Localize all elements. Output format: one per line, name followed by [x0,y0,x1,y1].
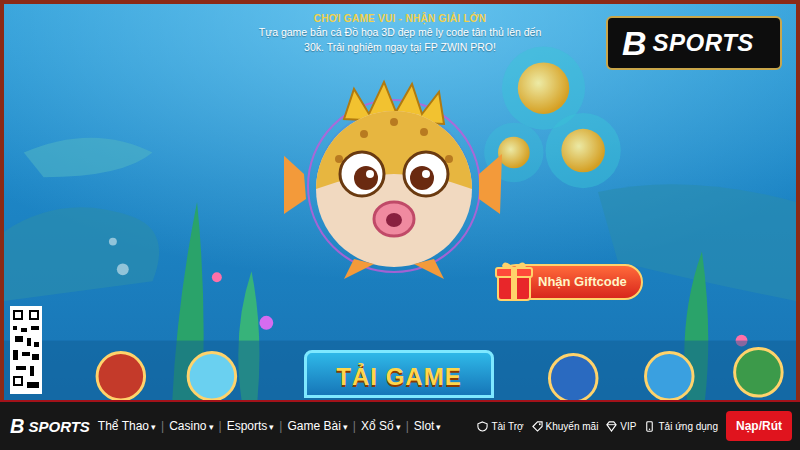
banner-heading: CHƠI GAME VUI - NHẬN GIẢI LỚN [250,12,550,25]
nav-link-sponsor[interactable]: Tài Trợ [477,419,523,434]
menu-label: Casino [169,419,206,433]
menu-label: Esports [227,419,268,433]
gift-icon [494,258,534,302]
logo-text: SPORTS [28,419,89,434]
caret-icon: ▾ [209,422,214,432]
brand-logo[interactable]: BSPORTS [606,16,782,70]
puffer-fish-icon [284,74,504,284]
menu-item[interactable]: Slot▾ [414,417,442,435]
caret-icon: ▾ [396,422,401,432]
logo-mark: B [10,416,24,436]
menu-item[interactable]: Casino▾ [169,417,213,435]
nav-link-label: Tải ứng dụng [658,419,718,434]
qr-code-icon [10,306,42,394]
nav-link-vip[interactable]: VIP [606,419,636,434]
menu-label: Slot [414,419,435,433]
menu-separator: | [219,417,222,435]
nav-link-promo[interactable]: Khuyến mãi [532,419,599,434]
vip-icon [606,421,617,432]
caret-icon: ▾ [151,422,156,432]
banner-description: Tựa game bắn cá Đồ họa 3D đẹp mê ly code… [250,25,550,55]
caret-icon: ▾ [343,422,348,432]
caret-icon: ▾ [436,422,441,432]
navbar-logo[interactable]: B SPORTS [10,416,90,436]
menu-separator: | [279,417,282,435]
menu-item[interactable]: Thể Thao▾ [98,417,156,435]
menu-label: Xổ Số [361,419,394,433]
main-navbar: BSPORTSThể Thao▾|Casino▾|Esports▾|Game B… [0,400,800,450]
menu-label: Thể Thao [98,419,149,433]
giftcode-label: Nhận Giftcode [538,274,627,289]
menu-label: Game Bài [287,419,340,433]
app-icon [644,421,655,432]
nav-right: Tài Trợ Khuyến mãi VIP Tải ứng dụng Nạp/Rút [477,411,792,441]
banner-text: CHƠI GAME VUI - NHẬN GIẢI LỚNTựa game bắ… [250,12,550,55]
nav-link-label: VIP [620,419,636,434]
logo-text: SPORTS [653,31,754,55]
deposit-withdraw-button[interactable]: Nạp/Rút [726,411,792,441]
logo-mark: B [622,26,647,60]
nav-link-app[interactable]: Tải ứng dụng [644,419,718,434]
menu-item[interactable]: Game Bài▾ [287,417,347,435]
menu-item[interactable]: Xổ Số▾ [361,417,401,435]
promo-icon [532,421,543,432]
giftcode-button[interactable]: Nhận Giftcode [498,264,643,300]
caret-icon: ▾ [269,422,274,432]
menu-separator: | [353,417,356,435]
download-label: TẢI GAME [336,363,461,390]
game-banner: CHƠI GAME VUI - NHẬN GIẢI LỚNTựa game bắ… [0,0,800,400]
nav-link-label: Khuyến mãi [546,419,599,434]
download-game-button[interactable]: TẢI GAME [304,350,494,398]
sponsor-icon [477,421,488,432]
nav-link-label: Tài Trợ [491,419,523,434]
menu-item[interactable]: Esports▾ [227,417,275,435]
menu-separator: | [161,417,164,435]
menu-separator: | [406,417,409,435]
nav-left: BSPORTSThể Thao▾|Casino▾|Esports▾|Game B… [10,416,441,436]
